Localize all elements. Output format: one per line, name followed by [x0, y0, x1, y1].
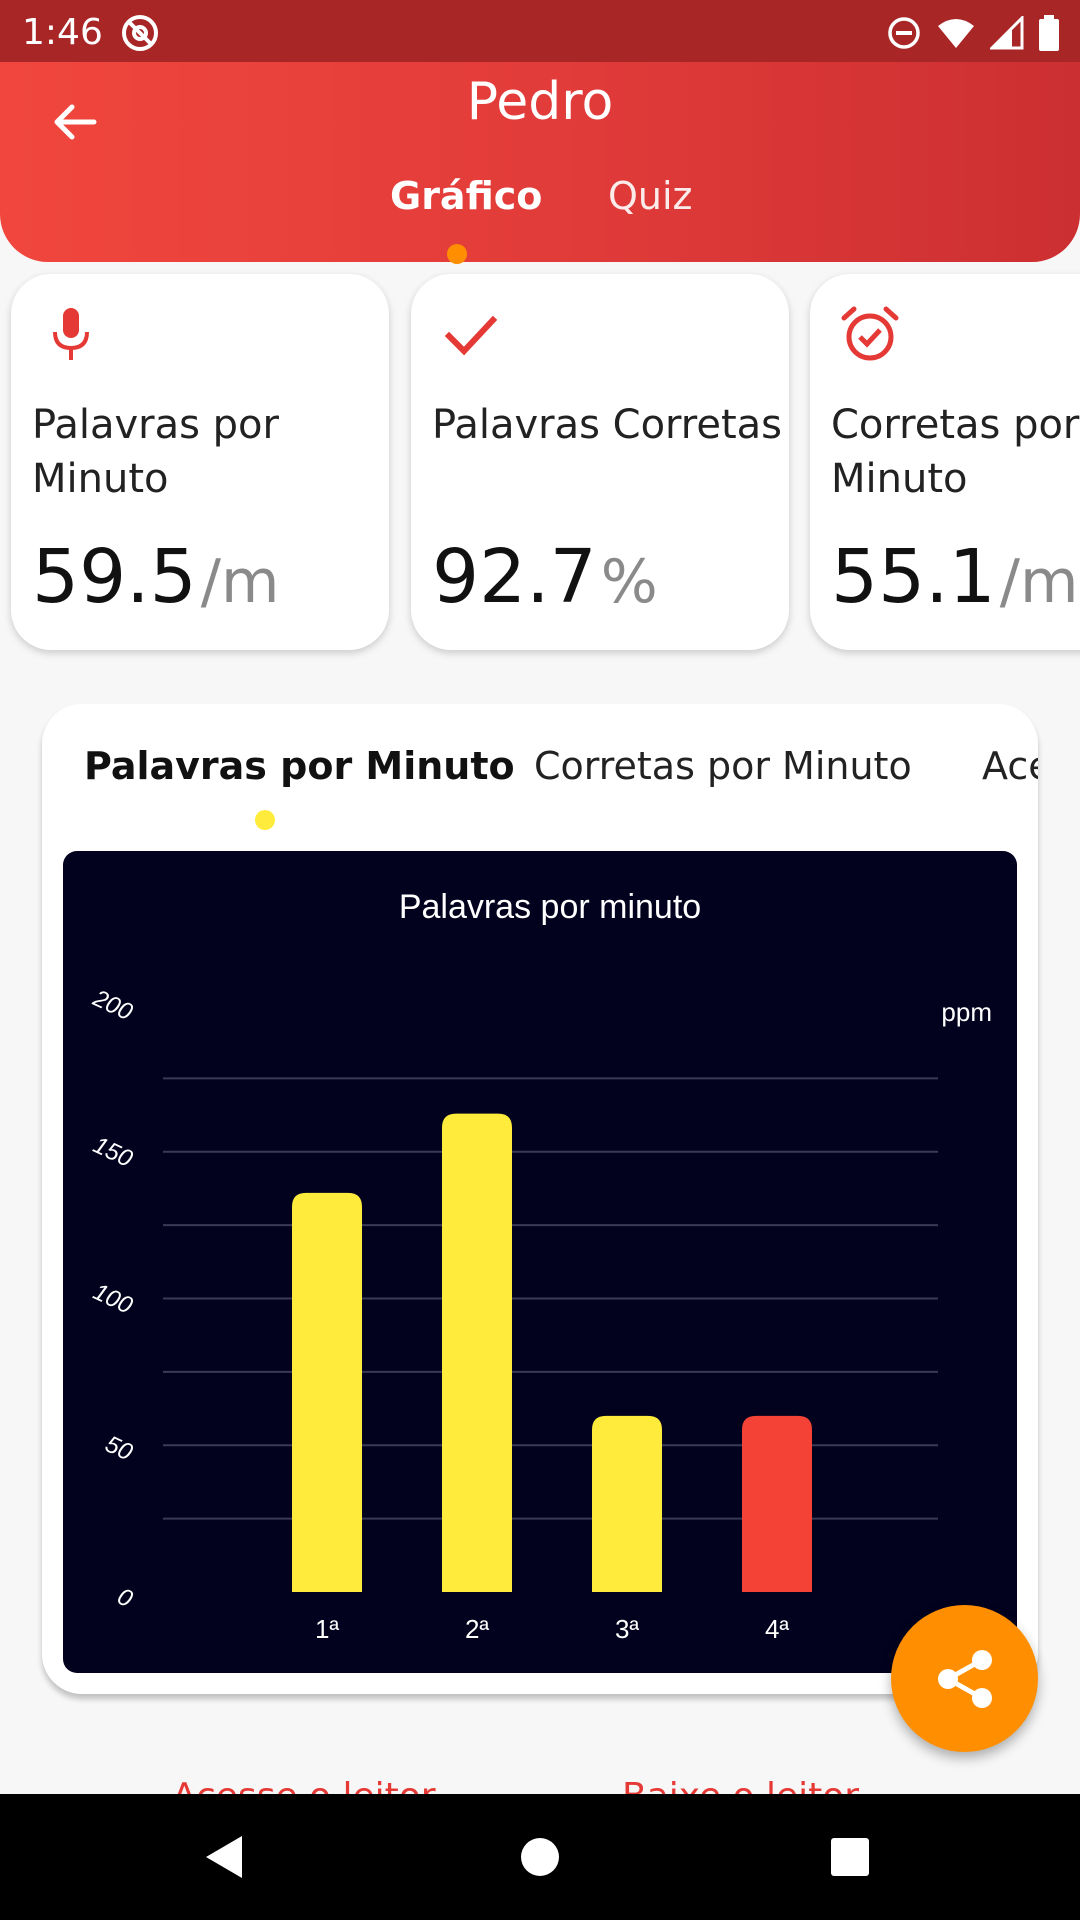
chart-y-tick-label: 200 [88, 984, 137, 1026]
nav-back-button[interactable] [190, 1822, 260, 1892]
chart-unit-label: ppm [941, 997, 992, 1027]
square-recents-icon [831, 1838, 869, 1876]
tab-grafico[interactable]: Gráfico [390, 174, 542, 218]
stat-unit: % [600, 547, 658, 617]
status-time: 1:46 [22, 12, 103, 53]
app-header: Pedro Gráfico Quiz [0, 62, 1080, 262]
system-nav-bar [0, 1794, 1080, 1920]
stat-unit: /m [999, 547, 1079, 617]
chart-tab-palavras-por-minuto[interactable]: Palavras por Minuto [84, 744, 515, 788]
stat-number: 55.1 [831, 534, 996, 620]
stat-label: Corretas por Minuto [831, 402, 1080, 502]
tab-indicator [447, 244, 467, 264]
footer-link-1[interactable]: Acesse o leitor [172, 1772, 436, 1794]
chart-bar [742, 1415, 812, 1592]
chart-y-tick-label: 0 [113, 1583, 137, 1613]
chart-x-tick-label: 4ª [765, 1614, 789, 1644]
battery-icon [1039, 15, 1059, 51]
chart-y-tick-label: 100 [89, 1278, 137, 1320]
wifi-icon [938, 19, 974, 48]
signal-icon [990, 16, 1024, 50]
stat-label: Palavras Corretas [432, 402, 782, 448]
chart-x-tick-label: 2ª [465, 1614, 489, 1644]
microphone-icon [53, 308, 89, 360]
bar-chart: Palavras por minuto ppm 0 50 100 150 200 1ª 2ª 3ª… [88, 888, 992, 1644]
chart-bar [442, 1113, 512, 1592]
page-title: Pedro [466, 72, 614, 132]
chart-bar [292, 1192, 362, 1592]
chart-x-tick-label: 1ª [315, 1614, 339, 1644]
triangle-back-icon [206, 1836, 242, 1878]
stat-number: 92.7 [432, 534, 597, 620]
at-sign-icon [122, 15, 158, 51]
nav-home-button[interactable] [505, 1822, 575, 1892]
chart-card: Palavras por Minuto Corretas por Minuto … [42, 704, 1038, 1694]
chart-y-tick-label: 150 [89, 1131, 137, 1173]
stat-unit: /m [200, 547, 280, 617]
chart-tab-acertos[interactable]: Ace [982, 744, 1038, 788]
status-bar: 1:46 [0, 0, 1080, 62]
chart-title: Palavras por minuto [399, 888, 701, 926]
stat-card-corretas-por-minuto[interactable]: Corretas por Minuto 55.1/m [810, 274, 1080, 650]
stat-card-palavras-por-minuto[interactable]: Palavras por Minuto 59.5/m [11, 274, 389, 650]
check-icon [444, 315, 498, 356]
do-not-disturb-icon [888, 17, 920, 49]
stat-card-palavras-corretas[interactable]: Palavras Corretas 92.7% [411, 274, 789, 650]
chart-tab-indicator [255, 810, 275, 830]
circle-home-icon [521, 1838, 559, 1876]
stat-value: 92.7% [432, 534, 658, 620]
footer-link-2[interactable]: Baixe o leitor [622, 1772, 859, 1794]
stat-number: 59.5 [32, 534, 197, 620]
share-icon [937, 1649, 992, 1708]
chart-tab-corretas-por-minuto[interactable]: Corretas por Minuto [534, 744, 912, 788]
stat-value: 59.5/m [32, 534, 279, 620]
chart-x-tick-label: 3ª [615, 1614, 639, 1644]
nav-recents-button[interactable] [815, 1822, 885, 1892]
share-button[interactable] [891, 1605, 1038, 1752]
header-tabs: Gráfico Quiz [0, 174, 1080, 244]
stat-label: Palavras por Minuto [32, 402, 279, 502]
status-icons [886, 13, 1060, 53]
chart-bar [592, 1415, 662, 1592]
chart-panel: Palavras por minuto ppm 0 50 100 150 200 1ª 2ª 3ª… [63, 851, 1017, 1673]
stat-value: 55.1/m [831, 534, 1078, 620]
alarm-check-icon [841, 306, 899, 361]
tab-quiz[interactable]: Quiz [608, 174, 693, 218]
chart-y-tick-label: 50 [101, 1431, 137, 1467]
